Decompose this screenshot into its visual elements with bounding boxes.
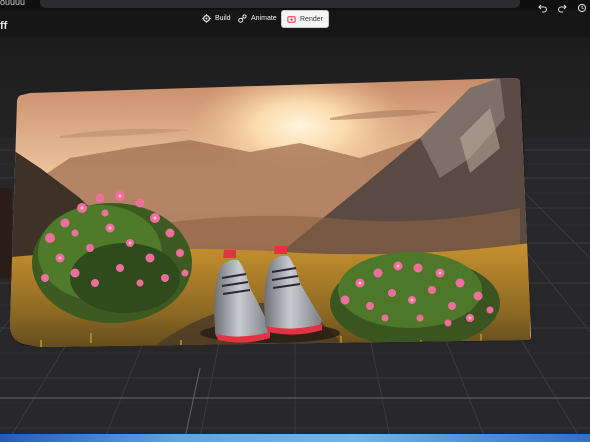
build-mode-label: Build: [215, 14, 231, 22]
animate-icon: [238, 13, 247, 23]
top-toolbar: ouuuu ff Build Animate Render: [0, 0, 590, 38]
panel-label[interactable]: ff: [0, 20, 7, 32]
render-mode-button[interactable]: Render: [281, 10, 329, 28]
animate-mode-button[interactable]: Animate: [233, 10, 282, 26]
gear-icon: [202, 13, 211, 23]
title-strip-accent: [40, 0, 520, 8]
history-icon[interactable]: [577, 0, 587, 13]
bottom-accent-bar: [0, 434, 590, 442]
render-mode-label: Render: [300, 15, 323, 23]
undo-icon[interactable]: [538, 0, 548, 13]
rendered-image-card[interactable]: [0, 78, 590, 378]
3d-viewport[interactable]: [0, 38, 590, 438]
animate-mode-label: Animate: [251, 14, 277, 22]
project-title[interactable]: ouuuu: [0, 0, 25, 7]
title-strip: [0, 0, 590, 10]
render-icon: [287, 15, 296, 24]
build-mode-button[interactable]: Build: [197, 10, 236, 26]
redo-icon[interactable]: [557, 0, 567, 13]
